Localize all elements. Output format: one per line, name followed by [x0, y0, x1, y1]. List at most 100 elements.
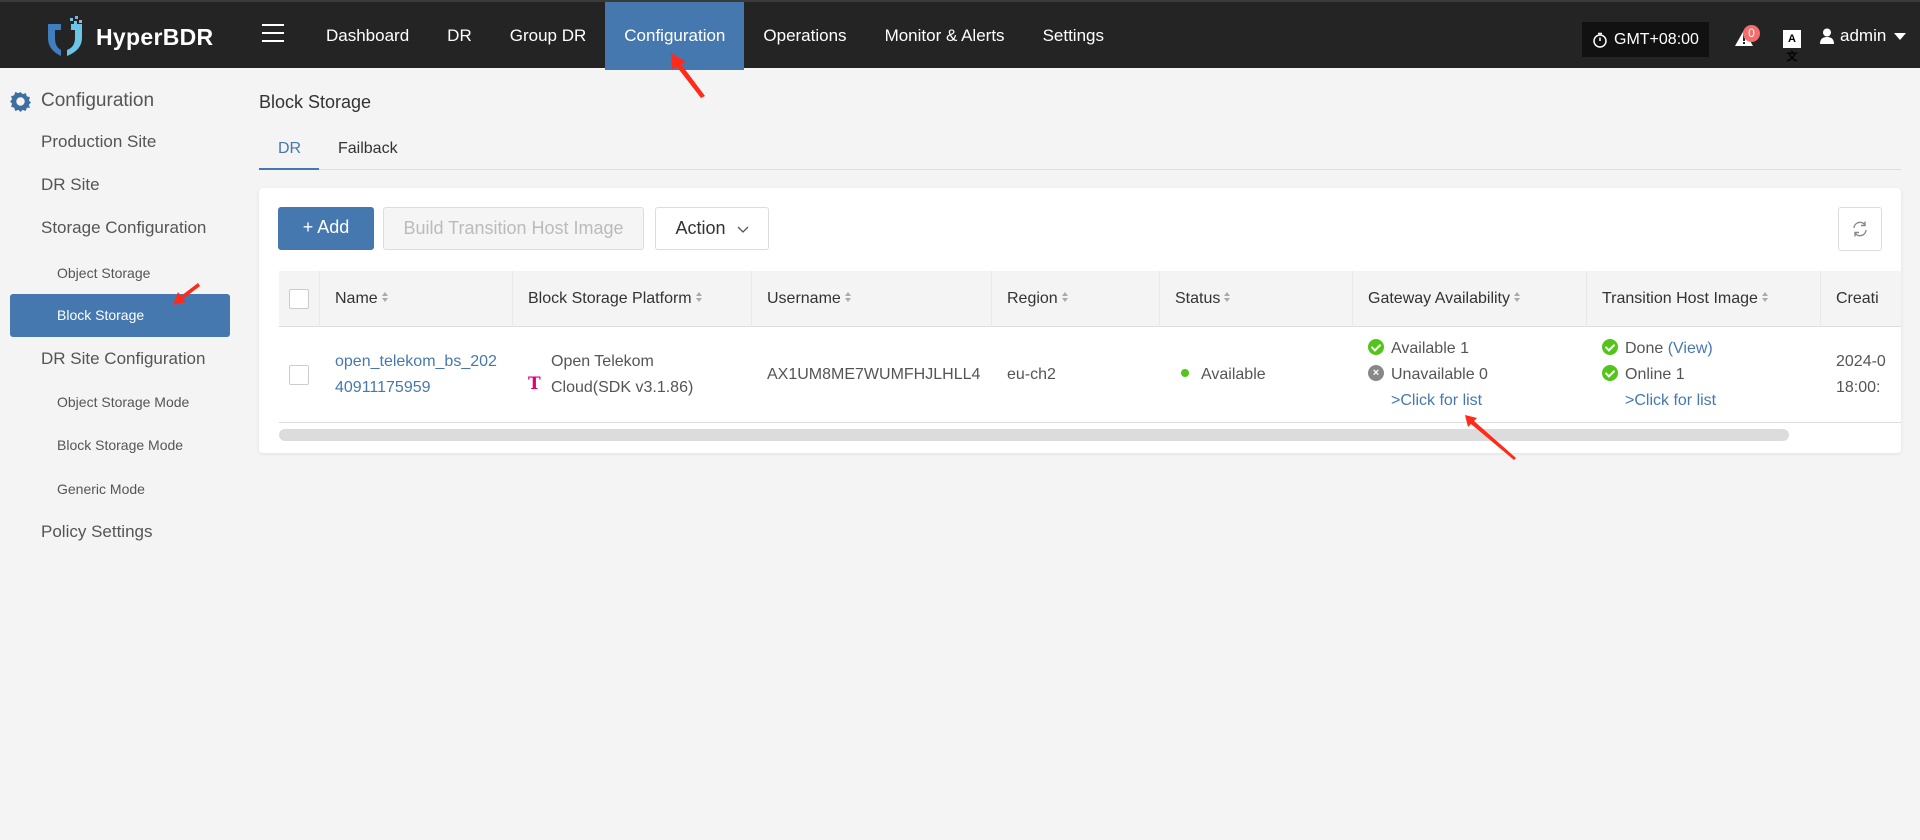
header-select-cell — [279, 271, 320, 327]
column-header-name[interactable]: Name — [320, 271, 513, 327]
tab-bar: DR Failback — [259, 134, 1901, 170]
sort-icon[interactable] — [1761, 291, 1770, 302]
tab-failback[interactable]: Failback — [338, 140, 398, 158]
sidebar-item-object-storage-mode[interactable]: Object Storage Mode — [57, 394, 189, 410]
column-header-region[interactable]: Region — [992, 271, 1160, 327]
refresh-button[interactable] — [1838, 207, 1882, 251]
user-menu[interactable]: admin — [1820, 26, 1907, 46]
row-gateway-availability: Available 1 × Unavailable 0 >Click for li… — [1368, 336, 1488, 414]
sidebar-item-generic-mode[interactable]: Generic Mode — [57, 481, 145, 497]
timezone-label: GMT+08:00 — [1614, 31, 1699, 48]
sidebar-item-dr-site[interactable]: DR Site — [41, 175, 100, 195]
gateway-click-for-list-link[interactable]: >Click for list — [1368, 388, 1488, 414]
name-line[interactable]: 40911175959 — [335, 375, 497, 401]
column-label: Transition Host Image — [1602, 290, 1758, 307]
gateway-unavailable: Unavailable 0 — [1391, 366, 1488, 383]
nav-group-dr[interactable]: Group DR — [491, 2, 606, 70]
chevron-down-icon — [737, 226, 748, 233]
select-all-checkbox[interactable] — [289, 289, 309, 309]
name-line[interactable]: open_telekom_bs_202 — [335, 349, 497, 375]
check-circle-icon — [1368, 338, 1384, 355]
chevron-down-icon — [1894, 32, 1907, 40]
column-label: Gateway Availability — [1368, 290, 1510, 307]
sidebar-item-dr-site-configuration[interactable]: DR Site Configuration — [41, 349, 205, 369]
main-nav: Dashboard DR Group DR Configuration Oper… — [307, 2, 1123, 70]
platform-line: Cloud(SDK v3.1.86) — [551, 379, 694, 396]
platform-line: Open Telekom — [551, 353, 654, 370]
active-tab-indicator — [259, 168, 319, 170]
created-line: 2024-0 — [1836, 353, 1886, 370]
sidebar-item-policy-settings[interactable]: Policy Settings — [41, 522, 153, 542]
sort-icon[interactable] — [1061, 291, 1070, 302]
horizontal-scrollbar[interactable] — [279, 429, 1789, 441]
menu-toggle-icon[interactable] — [262, 24, 284, 44]
column-header-status[interactable]: Status — [1160, 271, 1353, 327]
column-header-transition-host-image[interactable]: Transition Host Image — [1587, 271, 1821, 327]
row-platform: Open Telekom Cloud(SDK v3.1.86) — [551, 349, 693, 401]
sidebar-item-block-storage-mode[interactable]: Block Storage Mode — [57, 437, 183, 453]
shield-logo-icon — [48, 16, 82, 56]
row-checkbox[interactable] — [289, 365, 309, 385]
username: admin — [1840, 26, 1887, 45]
add-button[interactable]: + Add — [278, 207, 374, 250]
table-header: Name Block Storage Platform Username Reg… — [279, 271, 1901, 327]
user-icon — [1820, 28, 1834, 44]
nav-operations[interactable]: Operations — [744, 2, 865, 70]
build-transition-host-image-button[interactable]: Build Transition Host Image — [383, 207, 644, 250]
sidebar-header: Configuration — [10, 90, 154, 112]
nav-dashboard[interactable]: Dashboard — [307, 2, 428, 70]
sort-icon[interactable] — [1224, 291, 1232, 302]
sort-icon[interactable] — [695, 291, 704, 302]
tab-dr[interactable]: DR — [278, 140, 301, 158]
row-region: eu-ch2 — [1007, 366, 1056, 383]
nav-dr[interactable]: DR — [428, 2, 491, 70]
image-status: Done — [1625, 340, 1664, 357]
sidebar-header-label: Configuration — [41, 90, 155, 111]
action-dropdown[interactable]: Action — [655, 207, 769, 250]
sidebar-item-storage-configuration[interactable]: Storage Configuration — [41, 218, 206, 238]
column-label: Region — [1007, 290, 1058, 307]
check-circle-icon — [1602, 338, 1618, 355]
nav-monitor-alerts[interactable]: Monitor & Alerts — [866, 2, 1024, 70]
column-header-creation-time[interactable]: Creati — [1821, 271, 1901, 327]
sort-icon[interactable] — [844, 291, 853, 302]
sort-icon[interactable] — [381, 291, 390, 302]
image-online: Online 1 — [1625, 366, 1685, 383]
image-click-for-list-link[interactable]: >Click for list — [1602, 388, 1716, 414]
column-label: Status — [1175, 290, 1221, 307]
page-title: Block Storage — [259, 92, 372, 112]
column-label: Username — [767, 290, 841, 307]
alert-count-badge: 0 — [1743, 25, 1760, 42]
sidebar-item-block-storage[interactable]: Block Storage — [10, 294, 230, 337]
refresh-icon — [1853, 221, 1867, 237]
column-label: Name — [335, 290, 378, 307]
timezone-display[interactable]: GMT+08:00 — [1582, 22, 1709, 57]
translate-icon[interactable]: A文 — [1783, 30, 1801, 63]
sidebar-item-production-site[interactable]: Production Site — [41, 132, 156, 152]
view-image-link[interactable]: (View) — [1668, 340, 1713, 357]
status-dot-icon — [1181, 368, 1189, 377]
action-label: Action — [675, 218, 726, 238]
status-label: Available — [1201, 366, 1266, 383]
nav-configuration[interactable]: Configuration — [605, 2, 745, 70]
row-creation-time: 2024-0 18:00: — [1836, 349, 1886, 401]
top-navbar: HyperBDR Dashboard DR Group DR Configura… — [0, 0, 1920, 70]
column-header-gateway-availability[interactable]: Gateway Availability — [1353, 271, 1587, 327]
nav-settings[interactable]: Settings — [1024, 2, 1123, 70]
sort-icon[interactable] — [1514, 291, 1522, 302]
telekom-logo-icon: T — [528, 374, 541, 394]
row-name-link[interactable]: open_telekom_bs_202 40911175959 — [335, 349, 497, 401]
block-storage-card: + Add Build Transition Host Image Action… — [259, 188, 1901, 453]
row-status: Available — [1181, 362, 1266, 388]
stopwatch-icon — [1593, 32, 1607, 48]
logo[interactable]: HyperBDR — [46, 16, 213, 58]
sidebar-item-object-storage[interactable]: Object Storage — [57, 265, 150, 281]
gateway-available: Available 1 — [1391, 340, 1469, 357]
row-username: AX1UM8ME7WUMFHJLHLL4 — [767, 366, 981, 383]
column-header-platform[interactable]: Block Storage Platform — [513, 271, 752, 327]
column-header-username[interactable]: Username — [752, 271, 992, 327]
row-transition-host-image: Done (View) Online 1 >Click for list — [1602, 336, 1716, 414]
app-name: HyperBDR — [96, 23, 214, 50]
check-circle-icon — [1602, 364, 1618, 381]
close-circle-icon: × — [1368, 364, 1384, 381]
